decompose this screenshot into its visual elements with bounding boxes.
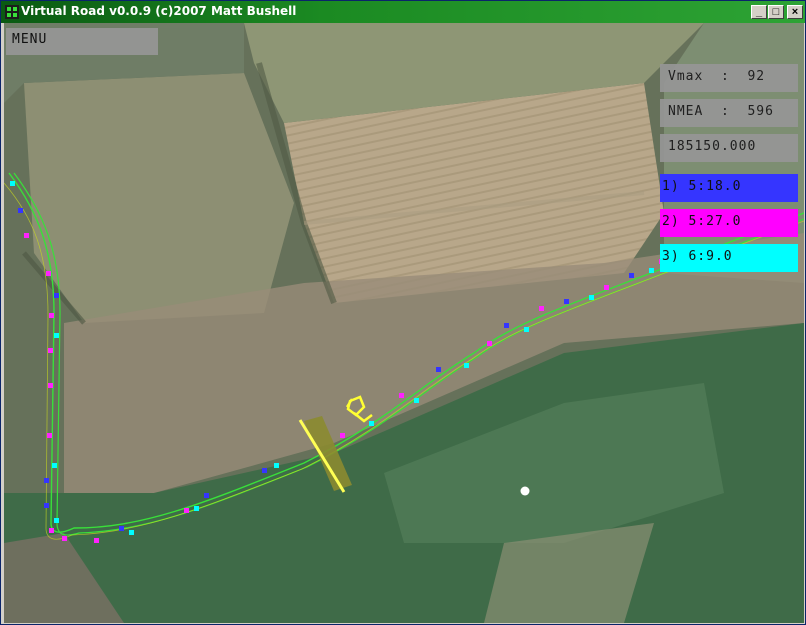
menu-button[interactable]: MENU bbox=[6, 28, 158, 55]
minimize-button[interactable]: _ bbox=[751, 5, 767, 19]
window-title: Virtual Road v0.0.9 (c)2007 Matt Bushell bbox=[21, 4, 297, 18]
lap-1-time[interactable]: 1) 5:18.0 bbox=[660, 174, 798, 202]
app-window: Virtual Road v0.0.9 (c)2007 Matt Bushell… bbox=[0, 0, 806, 625]
position-dot bbox=[520, 486, 530, 496]
map-viewport[interactable]: MENU Vmax : 92 NMEA : 596 185150.000 1) … bbox=[4, 23, 804, 623]
nmea-readout: NMEA : 596 bbox=[660, 99, 798, 127]
lap-3-time[interactable]: 3) 6:9.0 bbox=[660, 244, 798, 272]
maximize-button[interactable]: □ bbox=[768, 5, 784, 19]
title-bar[interactable]: Virtual Road v0.0.9 (c)2007 Matt Bushell… bbox=[1, 1, 805, 23]
time-readout: 185150.000 bbox=[660, 134, 798, 162]
vmax-readout: Vmax : 92 bbox=[660, 64, 798, 92]
close-button[interactable]: × bbox=[787, 5, 803, 19]
app-icon bbox=[5, 5, 19, 19]
lap-2-time[interactable]: 2) 5:27.0 bbox=[660, 209, 798, 237]
